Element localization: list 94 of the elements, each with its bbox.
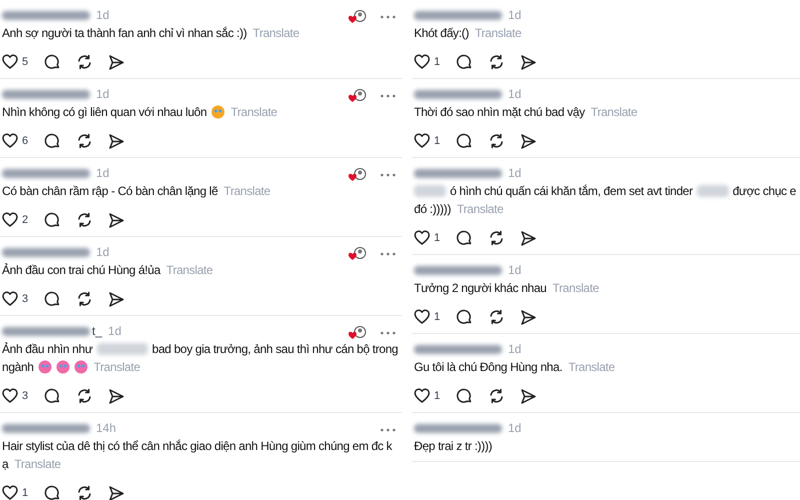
- repost-icon[interactable]: [488, 54, 504, 70]
- heart-icon: [2, 133, 18, 149]
- share-icon[interactable]: [520, 388, 536, 404]
- share-icon[interactable]: [108, 388, 124, 404]
- comment-text: Gu tôi là chú Đông Hùng nha.: [414, 359, 562, 376]
- comment-text: Anh sợ người ta thành fan anh chỉ vì nhan sắc :)): [2, 25, 247, 42]
- comment-icon[interactable]: [44, 133, 60, 149]
- timestamp: 1d: [508, 7, 522, 24]
- comment-icon[interactable]: [456, 54, 472, 70]
- like-button[interactable]: 3: [2, 388, 28, 404]
- share-icon[interactable]: [520, 230, 536, 246]
- timestamp: 1d: [508, 262, 522, 279]
- comment-text: được chục e: [732, 183, 796, 200]
- heart-icon: [2, 54, 18, 70]
- timestamp: 1d: [96, 165, 110, 182]
- username-suffix: t_: [92, 323, 102, 340]
- comment-text: ngành: [2, 359, 34, 376]
- share-icon[interactable]: [520, 133, 536, 149]
- comment-icon[interactable]: [44, 54, 60, 70]
- heart-icon: [2, 485, 18, 500]
- share-icon[interactable]: [520, 54, 536, 70]
- like-button[interactable]: 1: [2, 484, 28, 500]
- comment-icon[interactable]: [456, 230, 472, 246]
- timestamp: 1d: [508, 420, 522, 437]
- timestamp: 14h: [96, 420, 116, 437]
- comment-text: Ảnh đầu con trai chú Hùng á!ủa: [2, 262, 160, 279]
- repost-icon[interactable]: [488, 230, 504, 246]
- comment-icon[interactable]: [456, 133, 472, 149]
- comment-icon[interactable]: [44, 291, 60, 307]
- repost-icon[interactable]: [76, 54, 92, 70]
- more-icon[interactable]: [380, 330, 396, 334]
- more-icon[interactable]: [380, 252, 396, 256]
- timestamp: 1d: [108, 323, 122, 340]
- like-button[interactable]: 1: [414, 132, 440, 150]
- comment-text: Có bàn chân rầm rập - Có bàn chân lặng lẽ: [2, 183, 218, 200]
- like-button[interactable]: 1: [414, 54, 440, 70]
- like-button[interactable]: 2: [2, 212, 28, 228]
- comment-icon[interactable]: [44, 485, 60, 500]
- comment-text: Đẹp trai z tr :)))): [414, 438, 492, 455]
- comment-icon[interactable]: [44, 212, 60, 228]
- comment-text: Khót đấy:(): [414, 25, 469, 42]
- timestamp: 1d: [508, 341, 522, 358]
- repost-icon[interactable]: [488, 388, 504, 404]
- repost-icon[interactable]: [488, 309, 504, 325]
- share-icon[interactable]: [108, 133, 124, 149]
- share-icon[interactable]: [108, 212, 124, 228]
- comment-text: Ảnh đầu nhìn như: [2, 341, 93, 358]
- heart-icon: [414, 230, 430, 246]
- heart-icon: [2, 388, 18, 404]
- timestamp: 1d: [96, 7, 110, 24]
- share-icon[interactable]: [520, 309, 536, 325]
- share-icon[interactable]: [108, 54, 124, 70]
- heart-icon: [414, 133, 430, 149]
- like-button[interactable]: 3: [2, 290, 28, 308]
- comment-text: Nhìn không có gì liên quan với nhau luôn: [2, 104, 207, 121]
- heart-icon: [2, 291, 18, 307]
- repost-icon[interactable]: [76, 388, 92, 404]
- share-icon[interactable]: [108, 291, 124, 307]
- heart-icon: [414, 388, 430, 404]
- comment-text: Hair stylist của dê thị có thể cân nhắc giao diện anh Hùng giùm chúng em đc k: [2, 438, 392, 455]
- timestamp: 1d: [96, 86, 110, 103]
- timestamp: 1d: [508, 165, 522, 182]
- repost-icon[interactable]: [76, 212, 92, 228]
- repost-icon[interactable]: [488, 133, 504, 149]
- more-icon[interactable]: [380, 172, 396, 176]
- comment-icon[interactable]: [456, 309, 472, 325]
- share-icon[interactable]: [108, 485, 124, 500]
- comment-icon[interactable]: [456, 388, 472, 404]
- timestamp: 1d: [508, 86, 522, 103]
- like-button[interactable]: 1: [414, 388, 440, 404]
- redaction-blur: [414, 185, 446, 197]
- like-button[interactable]: 1: [414, 230, 440, 246]
- redaction-blur: [696, 185, 729, 197]
- more-icon[interactable]: [380, 94, 396, 98]
- repost-icon[interactable]: [76, 485, 92, 500]
- like-button[interactable]: 5: [2, 54, 28, 70]
- comment-text: ó hình chú quấn cái khăn tắm, đem set avt tinder: [450, 183, 693, 200]
- comment-text: Tưởng 2 người khác nhau: [414, 280, 546, 297]
- comment-text: đó :))))): [414, 201, 451, 218]
- redaction-blur: [96, 343, 148, 355]
- comment-icon[interactable]: [44, 388, 60, 404]
- more-icon[interactable]: [380, 428, 396, 432]
- like-button[interactable]: 6: [2, 132, 28, 150]
- comment-text: ạ: [2, 456, 8, 473]
- comment-text: Thời đó sao nhìn mặt chú bad vậy: [414, 104, 585, 121]
- timestamp: 1d: [96, 244, 110, 261]
- comment-text: bad boy gia trưởng, ảnh sau thì như cán bộ trong: [152, 341, 398, 358]
- more-icon[interactable]: [380, 14, 396, 18]
- heart-icon: [2, 212, 18, 228]
- heart-icon: [414, 54, 430, 70]
- repost-icon[interactable]: [76, 291, 92, 307]
- like-button[interactable]: 1: [414, 308, 440, 326]
- heart-icon: [414, 309, 430, 325]
- repost-icon[interactable]: [76, 133, 92, 149]
